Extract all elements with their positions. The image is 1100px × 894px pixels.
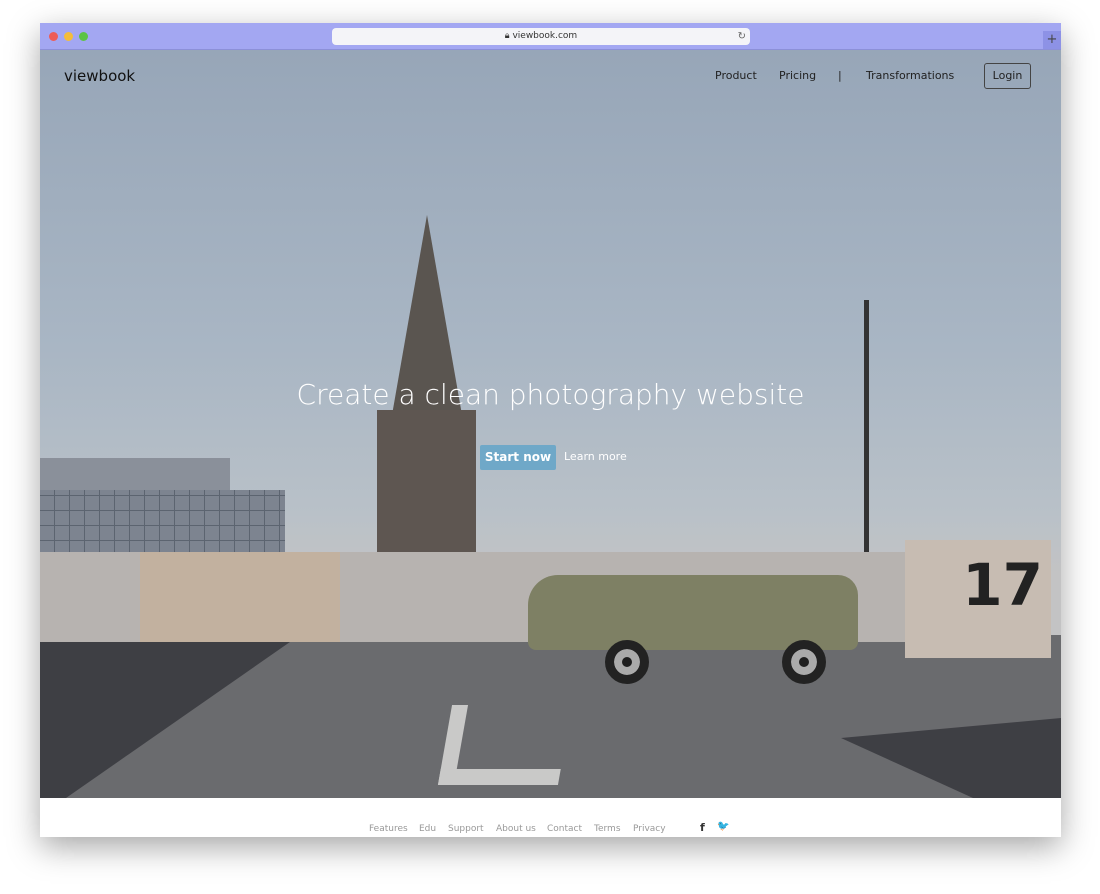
- learn-more-link[interactable]: Learn more: [564, 450, 627, 463]
- facebook-icon[interactable]: f: [700, 821, 705, 834]
- browser-titlebar: 🔒︎ viewbook.com ↻ +: [40, 23, 1061, 50]
- building-facade-image: [40, 490, 285, 555]
- car-image: [528, 575, 858, 650]
- street-lamp-image: [864, 300, 869, 553]
- parking-wall-lit: [140, 552, 340, 642]
- footer: Features Edu Support About us Contact Te…: [40, 798, 1061, 837]
- login-button[interactable]: Login: [984, 63, 1031, 89]
- level-sign: 17: [905, 540, 1051, 658]
- footer-privacy[interactable]: Privacy: [633, 824, 666, 834]
- twitter-icon[interactable]: 🐦: [717, 821, 729, 832]
- footer-features[interactable]: Features: [369, 824, 408, 834]
- footer-about-us[interactable]: About us: [496, 824, 536, 834]
- footer-contact[interactable]: Contact: [547, 824, 582, 834]
- start-now-button[interactable]: Start now: [480, 445, 556, 470]
- logo[interactable]: viewbook: [64, 67, 135, 85]
- road-arrow: [437, 705, 573, 785]
- new-tab-button[interactable]: +: [1043, 31, 1061, 49]
- nav-divider: |: [838, 69, 842, 82]
- top-nav: viewbook Product Pricing | Transformatio…: [40, 50, 1061, 102]
- nav-transformations[interactable]: Transformations: [866, 69, 954, 82]
- close-window-button[interactable]: [49, 32, 58, 41]
- browser-window: 🔒︎ viewbook.com ↻ + 17 viewbook Product P…: [40, 23, 1061, 837]
- hero-headline: Create a clean photography website: [296, 378, 805, 411]
- maximize-window-button[interactable]: [79, 32, 88, 41]
- hero-section: 17 viewbook Product Pricing | Transforma…: [40, 50, 1061, 798]
- url-text: viewbook.com: [512, 31, 578, 41]
- car-wheel: [605, 640, 649, 684]
- building-image: [40, 458, 230, 492]
- nav-product[interactable]: Product: [715, 69, 757, 82]
- church-tower-image: [377, 410, 476, 552]
- footer-terms[interactable]: Terms: [594, 824, 621, 834]
- footer-support[interactable]: Support: [448, 824, 484, 834]
- address-bar[interactable]: 🔒︎ viewbook.com ↻: [332, 28, 750, 45]
- minimize-window-button[interactable]: [64, 32, 73, 41]
- reload-icon[interactable]: ↻: [738, 28, 746, 45]
- car-wheel: [782, 640, 826, 684]
- footer-edu[interactable]: Edu: [419, 824, 436, 834]
- nav-pricing[interactable]: Pricing: [779, 69, 816, 82]
